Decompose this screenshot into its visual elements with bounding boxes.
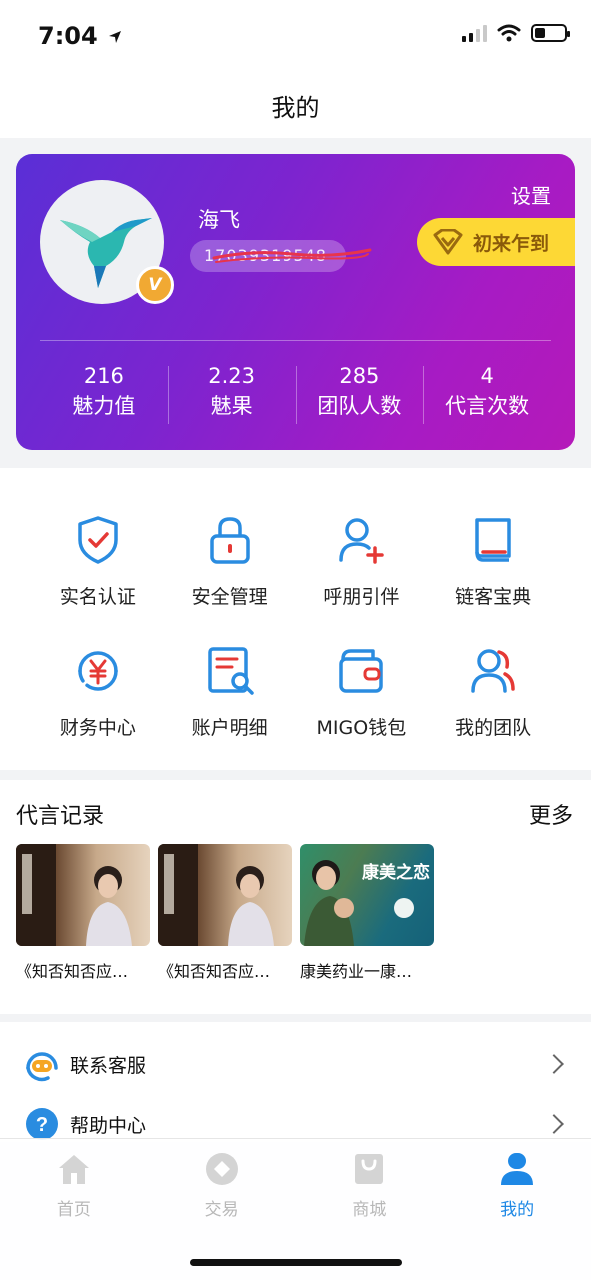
list-item-label: 联系客服	[70, 1054, 147, 1077]
stat-endorsements[interactable]: 4 代言次数	[423, 362, 551, 426]
record-item[interactable]: 康美之恋 康美药业一康…	[300, 844, 434, 982]
svg-text:?: ?	[36, 1114, 48, 1136]
stat-value: 285	[339, 364, 380, 388]
battery-icon	[531, 24, 570, 42]
stat-value: 4	[480, 364, 494, 388]
menu-item-label: MIGO钱包	[316, 717, 407, 739]
menu-item-label: 呼朋引伴	[323, 586, 400, 608]
profile-card: V 海飞 17039319548 设置 初来乍到 216 魅力值 2.23 魅果	[16, 154, 575, 450]
tab-label: 商城	[352, 1200, 387, 1220]
shield-check-icon	[78, 516, 118, 564]
profile-section: V 海飞 17039319548 设置 初来乍到 216 魅力值 2.23 魅果	[0, 138, 591, 468]
drama-poster-image	[158, 844, 274, 946]
document-search-icon	[207, 647, 254, 695]
poster-title: 康美之恋	[362, 863, 430, 883]
stat-team-size[interactable]: 285 团队人数	[295, 362, 424, 426]
section-title: 代言记录	[16, 804, 105, 829]
home-indicator	[190, 1259, 402, 1266]
menu-item-label: 账户明细	[191, 717, 268, 739]
menu-item-migo-wallet[interactable]: MIGO钱包	[296, 643, 428, 740]
wallet-icon	[339, 649, 384, 693]
menu-item-invite-friends[interactable]: 呼朋引伴	[296, 512, 428, 609]
stat-label: 代言次数	[445, 394, 530, 418]
status-bar: 7:04	[0, 0, 591, 72]
stat-value: 2.23	[208, 364, 255, 388]
stat-value: 216	[83, 364, 124, 388]
record-item[interactable]: 《知否知否应…	[158, 844, 292, 982]
profile-icon	[501, 1153, 534, 1185]
menu-item-label: 我的团队	[455, 717, 532, 739]
stat-label: 团队人数	[317, 394, 402, 418]
status-icons	[462, 24, 570, 42]
menu-item-label: 财务中心	[59, 717, 136, 739]
support-list: 联系客服 ? 帮助中心	[0, 1022, 591, 1142]
record-thumbnail	[158, 844, 292, 946]
bottom-tab-bar: 首页 交易 商城 我的	[0, 1138, 591, 1280]
location-arrow-icon	[109, 31, 122, 43]
card-divider	[40, 340, 551, 341]
drama-poster-image	[16, 844, 132, 946]
endorsement-records: 代言记录 更多 《知否知否应… 《知否知否应… 康美之恋 康美药业一康…	[0, 780, 591, 1014]
yen-circle-icon	[78, 651, 118, 691]
level-badge-label: 初来乍到	[473, 232, 550, 255]
page-title: 我的	[271, 94, 320, 122]
settings-link[interactable]: 设置	[511, 180, 551, 209]
tab-shop[interactable]: 商城	[296, 1139, 444, 1227]
record-title: 康美药业一康…	[300, 962, 413, 981]
list-item-label: 帮助中心	[70, 1114, 147, 1137]
tab-mine[interactable]: 我的	[443, 1139, 591, 1227]
tab-trade[interactable]: 交易	[148, 1139, 296, 1227]
records-list: 《知否知否应… 《知否知否应… 康美之恋 康美药业一康…	[16, 844, 434, 982]
status-time: 7:04	[38, 22, 122, 50]
menu-item-handbook[interactable]: 链客宝典	[427, 512, 559, 609]
record-thumbnail: 康美之恋	[300, 844, 434, 946]
tab-label: 交易	[204, 1200, 239, 1220]
signal-icon	[462, 24, 487, 42]
record-title: 《知否知否应…	[158, 962, 271, 981]
shop-icon	[355, 1154, 384, 1184]
menu-item-label: 安全管理	[191, 586, 268, 608]
record-item[interactable]: 《知否知否应…	[16, 844, 150, 982]
customer-service-icon	[26, 1052, 58, 1082]
stat-label: 魅果	[210, 394, 253, 418]
more-link[interactable]: 更多	[529, 798, 573, 830]
team-icon	[471, 649, 515, 693]
menu-item-finance-center[interactable]: 财务中心	[32, 643, 164, 740]
menu-item-account-details[interactable]: 账户明细	[164, 643, 296, 740]
feature-menu: 实名认证 安全管理 呼朋引伴 链客宝典 财务中心 账户明细 MIGO钱包 我的团…	[0, 468, 591, 770]
stat-fruit[interactable]: 2.23 魅果	[167, 362, 296, 426]
status-time-text: 7:04	[38, 22, 98, 50]
menu-item-label: 实名认证	[59, 586, 136, 608]
level-badge-button[interactable]: 初来乍到	[417, 218, 575, 266]
page-header: 我的	[0, 72, 591, 138]
user-add-icon	[339, 518, 385, 564]
menu-item-my-team[interactable]: 我的团队	[427, 643, 559, 740]
help-icon: ?	[26, 1108, 58, 1140]
record-thumbnail	[16, 844, 150, 946]
home-icon	[58, 1155, 89, 1184]
chevron-right-icon	[544, 1114, 564, 1134]
tab-label: 我的	[500, 1200, 535, 1220]
menu-item-label: 链客宝典	[455, 586, 532, 608]
tab-label: 首页	[56, 1200, 91, 1220]
redaction-scribble	[212, 248, 372, 263]
list-item-customer-service[interactable]: 联系客服	[0, 1034, 591, 1094]
trade-icon	[205, 1153, 238, 1185]
stat-charm[interactable]: 216 魅力值	[40, 362, 168, 426]
menu-item-real-name-verification[interactable]: 实名认证	[32, 512, 164, 609]
tab-home[interactable]: 首页	[0, 1139, 148, 1227]
wifi-icon	[497, 24, 521, 42]
record-title: 《知否知否应…	[16, 962, 129, 981]
menu-item-security[interactable]: 安全管理	[164, 512, 296, 609]
book-icon	[475, 518, 511, 562]
vip-badge: V	[136, 266, 174, 304]
chevron-right-icon	[544, 1054, 564, 1074]
user-name: 海飞	[198, 208, 240, 232]
diamond-icon	[433, 229, 463, 255]
stats-row: 216 魅力值 2.23 魅果 285 团队人数 4 代言次数	[40, 362, 551, 426]
lock-icon	[209, 517, 250, 564]
stat-label: 魅力值	[72, 394, 136, 418]
